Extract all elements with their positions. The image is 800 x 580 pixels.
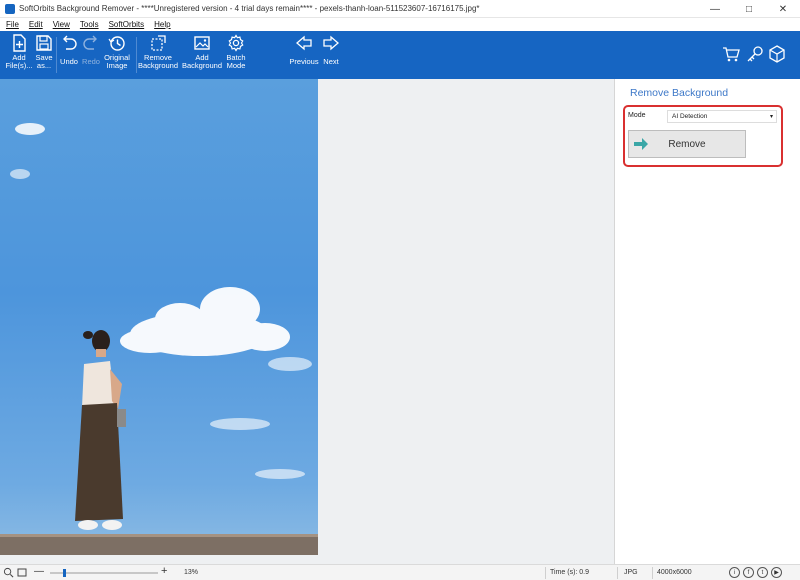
facebook-icon[interactable]: f (743, 567, 754, 578)
menu-edit[interactable]: Edit (29, 20, 43, 29)
toolbar-divider (56, 37, 57, 73)
next-label: Next (323, 57, 339, 66)
panel-title: Remove Background (630, 87, 729, 99)
mode-label: Mode (628, 112, 646, 119)
redo-icon (83, 35, 97, 50)
previous-button[interactable]: Previous (289, 34, 319, 66)
add-files-label-2: File(s)... (5, 61, 33, 70)
remove-background-label-2: Background (137, 61, 179, 70)
cart-icon[interactable] (722, 45, 740, 63)
add-files-button[interactable]: Add File(s)... (5, 34, 33, 70)
image-icon (194, 36, 210, 50)
time-readout: Time (s): 0.9 (550, 569, 590, 576)
menu-tools[interactable]: Tools (80, 20, 99, 29)
menu-bar: File Edit View Tools SoftOrbits Help (0, 18, 800, 31)
app-icon (5, 3, 15, 14)
zoom-out-icon[interactable]: — (34, 566, 44, 577)
original-image-label-2: Image (106, 61, 128, 70)
photo-image (0, 79, 318, 555)
window-title: SoftOrbits Background Remover - ****Unre… (19, 4, 480, 13)
fit-screen-icon[interactable] (16, 567, 28, 578)
menu-view[interactable]: View (53, 20, 70, 29)
remove-button-label: Remove (668, 138, 706, 150)
zoom-slider-thumb[interactable] (62, 569, 66, 577)
maximize-button[interactable]: □ (732, 0, 766, 18)
key-icon[interactable] (746, 45, 764, 63)
image-canvas[interactable] (0, 79, 614, 564)
add-background-button[interactable]: Add Background (181, 34, 223, 70)
box-icon[interactable] (768, 45, 786, 63)
info-icon[interactable]: i (729, 567, 740, 578)
mode-select[interactable]: AI Detection ▾ (667, 110, 777, 123)
undo-label: Undo (60, 57, 78, 66)
close-button[interactable]: ✕ (766, 0, 800, 18)
arrow-right-icon (323, 35, 339, 51)
batch-mode-label-2: Mode (226, 61, 246, 70)
menu-file[interactable]: File (6, 20, 19, 29)
gear-icon (228, 34, 244, 52)
zoom-percent: 13% (184, 569, 199, 576)
zoom-in-icon[interactable] (3, 567, 14, 578)
arrow-left-icon (296, 35, 312, 51)
arrow-right-icon (634, 138, 648, 150)
person-figure (75, 330, 126, 530)
status-divider (652, 567, 653, 579)
remove-button[interactable]: Remove (628, 130, 746, 158)
redo-label: Redo (82, 57, 100, 66)
toolbar: Add File(s)... Save as... Undo Redo Orig… (0, 31, 800, 79)
add-background-label-2: Background (181, 61, 223, 70)
redo-button[interactable]: Redo (80, 34, 102, 66)
minimize-button[interactable]: — (698, 0, 732, 18)
window-controls: — □ ✕ (698, 0, 800, 18)
previous-label: Previous (289, 57, 319, 66)
title-bar: SoftOrbits Background Remover - ****Unre… (0, 0, 800, 18)
menu-softorbits[interactable]: SoftOrbits (109, 20, 145, 29)
batch-mode-button[interactable]: Batch Mode (224, 34, 248, 70)
photo-scene (0, 123, 318, 555)
undo-icon (63, 35, 77, 50)
youtube-icon[interactable]: ▶ (771, 567, 782, 578)
save-icon (36, 35, 52, 51)
save-as-label-2: as... (36, 61, 52, 70)
file-format: JPG (624, 569, 638, 576)
status-divider (545, 567, 546, 579)
zoom-plus-icon[interactable]: + (161, 565, 167, 577)
status-bar: — + 13% Time (s): 0.9 JPG 4000x6000 i f … (0, 564, 800, 580)
dropdown-caret-icon: ▾ (769, 114, 773, 120)
mode-select-value: AI Detection (672, 113, 708, 120)
twitter-icon[interactable]: t (757, 567, 768, 578)
settings-panel: Remove Background Mode AI Detection ▾ Re… (614, 79, 800, 564)
remove-background-icon (151, 35, 166, 51)
save-as-button[interactable]: Save as... (33, 34, 55, 70)
zoom-slider[interactable] (50, 569, 158, 577)
original-image-button[interactable]: Original Image (102, 34, 132, 70)
status-divider (617, 567, 618, 579)
next-button[interactable]: Next (320, 34, 342, 66)
undo-button[interactable]: Undo (58, 34, 80, 66)
remove-background-button[interactable]: Remove Background (137, 34, 179, 70)
add-file-icon (13, 34, 26, 52)
history-icon (108, 36, 125, 51)
menu-help[interactable]: Help (154, 20, 170, 29)
image-dimensions: 4000x6000 (657, 569, 692, 576)
